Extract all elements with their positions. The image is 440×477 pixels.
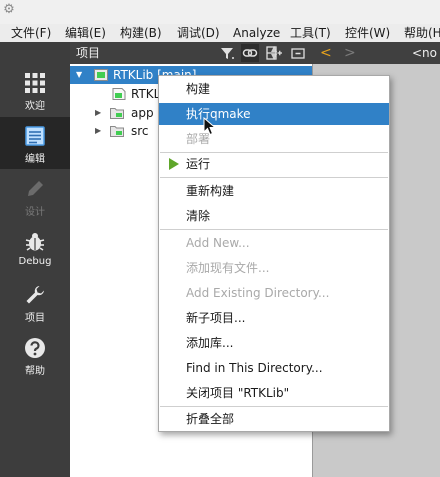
close-pane-button[interactable] [289, 44, 307, 62]
menu-item-build[interactable]: 构建 [159, 78, 389, 100]
menu-edit[interactable]: 编辑(E) [65, 24, 106, 42]
menu-item-clean[interactable]: 清除 [159, 205, 389, 227]
menu-debug[interactable]: 调试(D) [177, 24, 220, 42]
menu-item-label: Add Existing Directory... [186, 286, 330, 300]
menu-item-run-qmake[interactable]: 执行qmake [159, 103, 389, 125]
expand-arrow-icon[interactable]: ▶ [95, 104, 105, 122]
folder-icon [110, 126, 124, 137]
menu-item-label: 折叠全部 [186, 412, 235, 426]
document-icon [25, 126, 45, 146]
project-pane-header: 项目 ▲ ▼ [70, 42, 312, 64]
menu-item-rebuild[interactable]: 重新构建 [159, 180, 389, 202]
menu-item-find-in-directory[interactable]: Find in This Directory... [159, 357, 389, 379]
menu-item-collapse-all[interactable]: 折叠全部 [159, 408, 389, 430]
menu-item-run[interactable]: 运行 [159, 153, 389, 175]
folder-icon [110, 108, 124, 119]
menu-widgets[interactable]: 控件(W) [345, 24, 390, 42]
title-bar: ⚙ [0, 0, 440, 24]
close-pane-icon [291, 48, 305, 59]
menu-item-deploy: 部署 [159, 128, 389, 150]
forward-button[interactable]: > [344, 42, 356, 64]
menu-tools[interactable]: 工具(T) [290, 24, 331, 42]
menu-item-label: 关闭项目 "RTKLib" [186, 386, 290, 400]
menu-separator [160, 229, 388, 230]
link-icon [242, 49, 258, 57]
bug-icon [25, 233, 45, 251]
mode-edit[interactable]: 编辑 [0, 117, 70, 169]
menu-item-label: 清除 [186, 209, 211, 223]
menu-build[interactable]: 构建(B) [120, 24, 162, 42]
mode-label: 项目 [25, 313, 45, 324]
menu-item-add-existing-files: 添加现有文件... [159, 257, 389, 279]
menu-item-label: 运行 [186, 157, 211, 171]
mode-debug[interactable]: Debug [0, 223, 70, 275]
split-icon [266, 46, 282, 60]
back-button[interactable]: < [320, 42, 332, 64]
mode-welcome[interactable]: 欢迎 [0, 64, 70, 116]
pencil-icon [28, 181, 43, 196]
tree-item-label: src [131, 124, 149, 138]
help-icon [25, 338, 45, 358]
sync-button[interactable] [241, 44, 259, 62]
menu-file[interactable]: 文件(F) [11, 24, 51, 42]
menu-item-label: 添加现有文件... [186, 261, 270, 275]
mode-design[interactable]: 设计 [0, 170, 70, 222]
menu-item-close-project[interactable]: 关闭项目 "RTKLib" [159, 382, 389, 404]
menu-bar: 文件(F) 编辑(E) 构建(B) 调试(D) Analyze 工具(T) 控件… [0, 24, 440, 42]
tree-item-label: app [131, 106, 154, 120]
split-button[interactable] [265, 44, 283, 62]
mode-selector: 欢迎 编辑 设计 Debug 项目 帮助 [0, 42, 70, 477]
run-icon [169, 158, 179, 170]
menu-item-add-library[interactable]: 添加库... [159, 332, 389, 354]
menu-item-label: 添加库... [186, 336, 234, 350]
mode-label: 欢迎 [25, 101, 45, 112]
menu-item-add-existing-directory: Add Existing Directory... [159, 282, 389, 304]
filter-icon [221, 48, 234, 59]
collapse-arrow-icon[interactable]: ▼ [76, 66, 86, 84]
menu-item-label: Find in This Directory... [186, 361, 323, 375]
filter-button[interactable] [218, 44, 236, 62]
wrench-icon [26, 286, 44, 304]
menu-item-new-subproject[interactable]: 新子项目... [159, 307, 389, 329]
menu-item-label: 执行qmake [186, 107, 251, 121]
project-context-menu: 构建 执行qmake 部署 运行 重新构建 清除 Add New... 添加现有… [158, 75, 390, 432]
mouse-cursor-icon [203, 117, 217, 136]
qt-creator-window: ⚙ 文件(F) 编辑(E) 构建(B) 调试(D) Analyze 工具(T) … [0, 0, 440, 477]
mode-label: Debug [18, 256, 52, 267]
menu-item-add-new: Add New... [159, 232, 389, 254]
qt-project-folder-icon [94, 69, 108, 81]
menu-help[interactable]: 帮助(H) [404, 24, 440, 42]
grid-icon [25, 73, 45, 93]
menu-item-label: 构建 [186, 82, 211, 96]
mode-label: 编辑 [25, 154, 45, 165]
editor-toolbar: < > <no document> [312, 42, 440, 64]
menu-analyze[interactable]: Analyze [233, 24, 280, 42]
mode-label: 帮助 [25, 366, 45, 377]
gear-icon[interactable]: ⚙ [2, 3, 16, 17]
qt-file-icon [112, 88, 126, 100]
menu-separator [160, 177, 388, 178]
menu-item-label: Add New... [186, 236, 250, 250]
project-view-selector[interactable]: 项目 [76, 42, 100, 64]
menu-item-label: 重新构建 [186, 184, 235, 198]
mode-projects[interactable]: 项目 [0, 276, 70, 328]
document-selector[interactable]: <no document> [412, 42, 440, 64]
expand-arrow-icon[interactable]: ▶ [95, 122, 105, 140]
mode-help[interactable]: 帮助 [0, 329, 70, 381]
menu-item-label: 新子项目... [186, 311, 246, 325]
mode-label: 设计 [25, 207, 45, 218]
menu-separator [160, 406, 388, 407]
